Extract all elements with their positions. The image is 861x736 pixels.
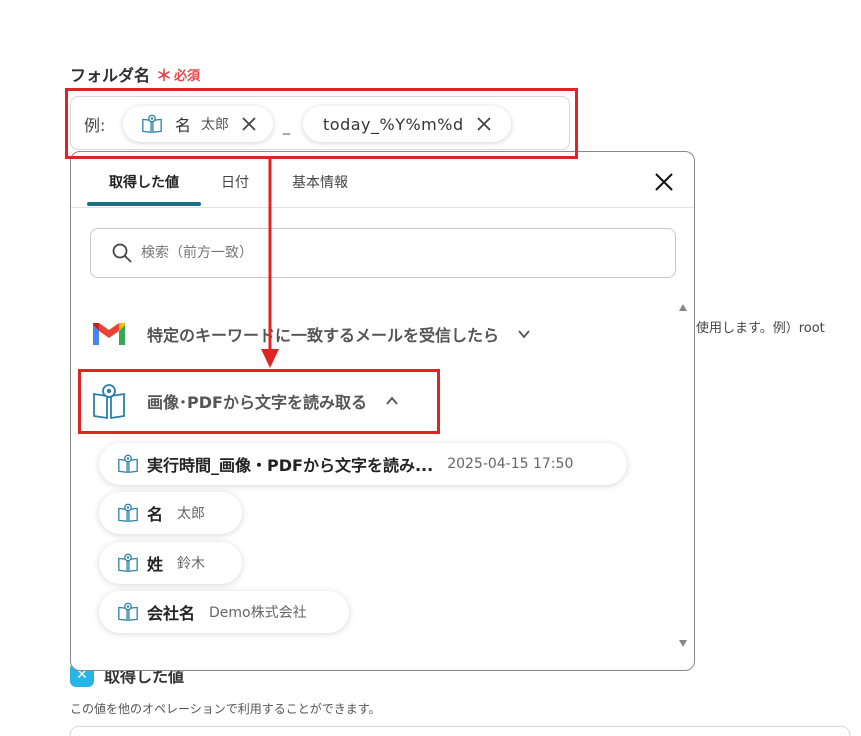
item-name: 実行時間_画像・PDFから文字を読み... — [147, 456, 434, 475]
tab-date[interactable]: 日付 — [221, 172, 249, 192]
folder-name-label: フォルダ名 ＊ 必須 — [70, 62, 200, 86]
output-field[interactable] — [70, 726, 850, 736]
value-item-exec-time[interactable]: 実行時間_画像・PDFから文字を読み... 2025-04-15 17:50 — [99, 443, 627, 485]
required-text: 必須 — [174, 68, 201, 84]
close-icon[interactable] — [653, 171, 675, 193]
section-gmail-trigger[interactable]: 特定のキーワードに一致するメールを受信したら — [91, 319, 531, 349]
ocr-book-icon — [118, 602, 138, 621]
chevron-down-icon[interactable] — [517, 327, 531, 341]
field-label-text: フォルダ名 — [70, 66, 151, 85]
output-section-desc: この値を他のオペレーションで利用することができます。 — [70, 702, 381, 716]
required-star: ＊ — [156, 66, 173, 85]
item-name: 会社名 — [147, 604, 196, 623]
scroll-up-arrow-icon[interactable] — [679, 304, 687, 311]
tab-bar: 取得した値 日付 基本情報 — [71, 152, 694, 208]
ocr-book-icon — [118, 503, 138, 522]
value-item-last-name[interactable]: 姓 鈴木 — [99, 542, 242, 584]
item-value: 太郎 — [177, 506, 206, 522]
highlight-box-section — [78, 369, 440, 434]
value-item-first-name[interactable]: 名 太郎 — [99, 492, 242, 534]
section-title: 特定のキーワードに一致するメールを受信したら — [147, 326, 500, 345]
scroll-down-arrow-icon[interactable] — [679, 640, 687, 647]
tab-basic-info[interactable]: 基本情報 — [292, 172, 348, 192]
field-hint-text: 使用します。例）root — [696, 321, 825, 336]
scrollbar[interactable] — [676, 302, 690, 650]
ocr-book-icon — [118, 553, 138, 572]
search-icon — [112, 243, 132, 263]
item-name: 姓 — [147, 555, 164, 574]
highlight-box-input — [65, 88, 578, 159]
item-value: 鈴木 — [177, 556, 206, 572]
search-box[interactable] — [90, 228, 676, 278]
search-input[interactable] — [141, 245, 641, 261]
item-value: Demo株式会社 — [209, 605, 307, 621]
ocr-book-icon — [118, 454, 138, 473]
item-value: 2025-04-15 17:50 — [447, 456, 574, 472]
tab-fetched-values[interactable]: 取得した値 — [109, 172, 179, 192]
active-tab-indicator — [87, 202, 201, 206]
item-name: 名 — [147, 505, 164, 524]
annotation-arrow — [261, 159, 279, 368]
gmail-icon — [93, 323, 125, 345]
value-item-company[interactable]: 会社名 Demo株式会社 — [99, 591, 349, 633]
